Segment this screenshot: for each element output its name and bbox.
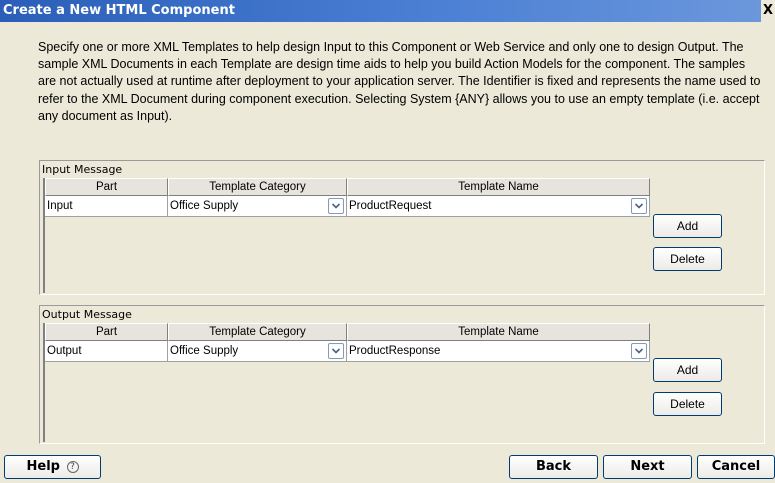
part-cell[interactable]: Output [45, 341, 168, 362]
template-name-select[interactable]: ProductRequest [347, 196, 650, 217]
column-header-template-category[interactable]: Template Category [168, 178, 347, 196]
help-label: Help [26, 459, 60, 474]
output-message-title: Output Message [42, 308, 132, 321]
instructions-text: Specify one or more XML Templates to hel… [38, 40, 761, 123]
close-icon[interactable]: X [761, 0, 775, 22]
column-header-part[interactable]: Part [45, 178, 168, 196]
template-name-value: ProductRequest [349, 200, 432, 212]
part-cell[interactable]: Input [45, 196, 168, 217]
input-delete-button[interactable]: Delete [653, 247, 722, 271]
column-header-template-name[interactable]: Template Name [347, 323, 650, 341]
chevron-down-icon[interactable] [631, 343, 647, 359]
chevron-down-icon[interactable] [631, 198, 647, 214]
back-button[interactable]: Back [509, 455, 598, 479]
template-category-select[interactable]: Office Supply [168, 341, 347, 362]
cancel-button[interactable]: Cancel [697, 455, 775, 479]
chevron-down-icon[interactable] [328, 198, 344, 214]
template-category-select[interactable]: Office Supply [168, 196, 347, 217]
input-template-table: Part Template Category Template Name Inp… [43, 178, 650, 293]
output-add-button[interactable]: Add [653, 358, 722, 382]
help-circle-icon: ? [66, 461, 79, 473]
output-template-table: Part Template Category Template Name Out… [43, 323, 650, 442]
output-message-panel: Output Message Part Template Category Te… [39, 305, 765, 444]
chevron-down-icon[interactable] [328, 343, 344, 359]
input-add-button[interactable]: Add [653, 214, 722, 238]
output-delete-button[interactable]: Delete [653, 392, 722, 416]
table-row[interactable]: Input Office Supply ProductRequest [45, 196, 650, 217]
input-message-panel: Input Message Part Template Category Tem… [39, 160, 765, 295]
next-button[interactable]: Next [603, 455, 692, 479]
template-name-select[interactable]: ProductResponse [347, 341, 650, 362]
table-header: Part Template Category Template Name [45, 178, 650, 196]
column-header-template-category[interactable]: Template Category [168, 323, 347, 341]
title-bar: Create a New HTML Component X [0, 0, 775, 22]
window-title: Create a New HTML Component [3, 3, 235, 18]
template-category-value: Office Supply [170, 345, 239, 357]
template-category-value: Office Supply [170, 200, 239, 212]
table-row[interactable]: Output Office Supply ProductResponse [45, 341, 650, 362]
help-button[interactable]: Help ? [4, 455, 101, 479]
column-header-template-name[interactable]: Template Name [347, 178, 650, 196]
column-header-part[interactable]: Part [45, 323, 168, 341]
template-name-value: ProductResponse [349, 345, 441, 357]
footer-bar: Help ? Back Next Cancel [0, 449, 775, 483]
input-message-title: Input Message [42, 163, 123, 176]
table-header: Part Template Category Template Name [45, 323, 650, 341]
